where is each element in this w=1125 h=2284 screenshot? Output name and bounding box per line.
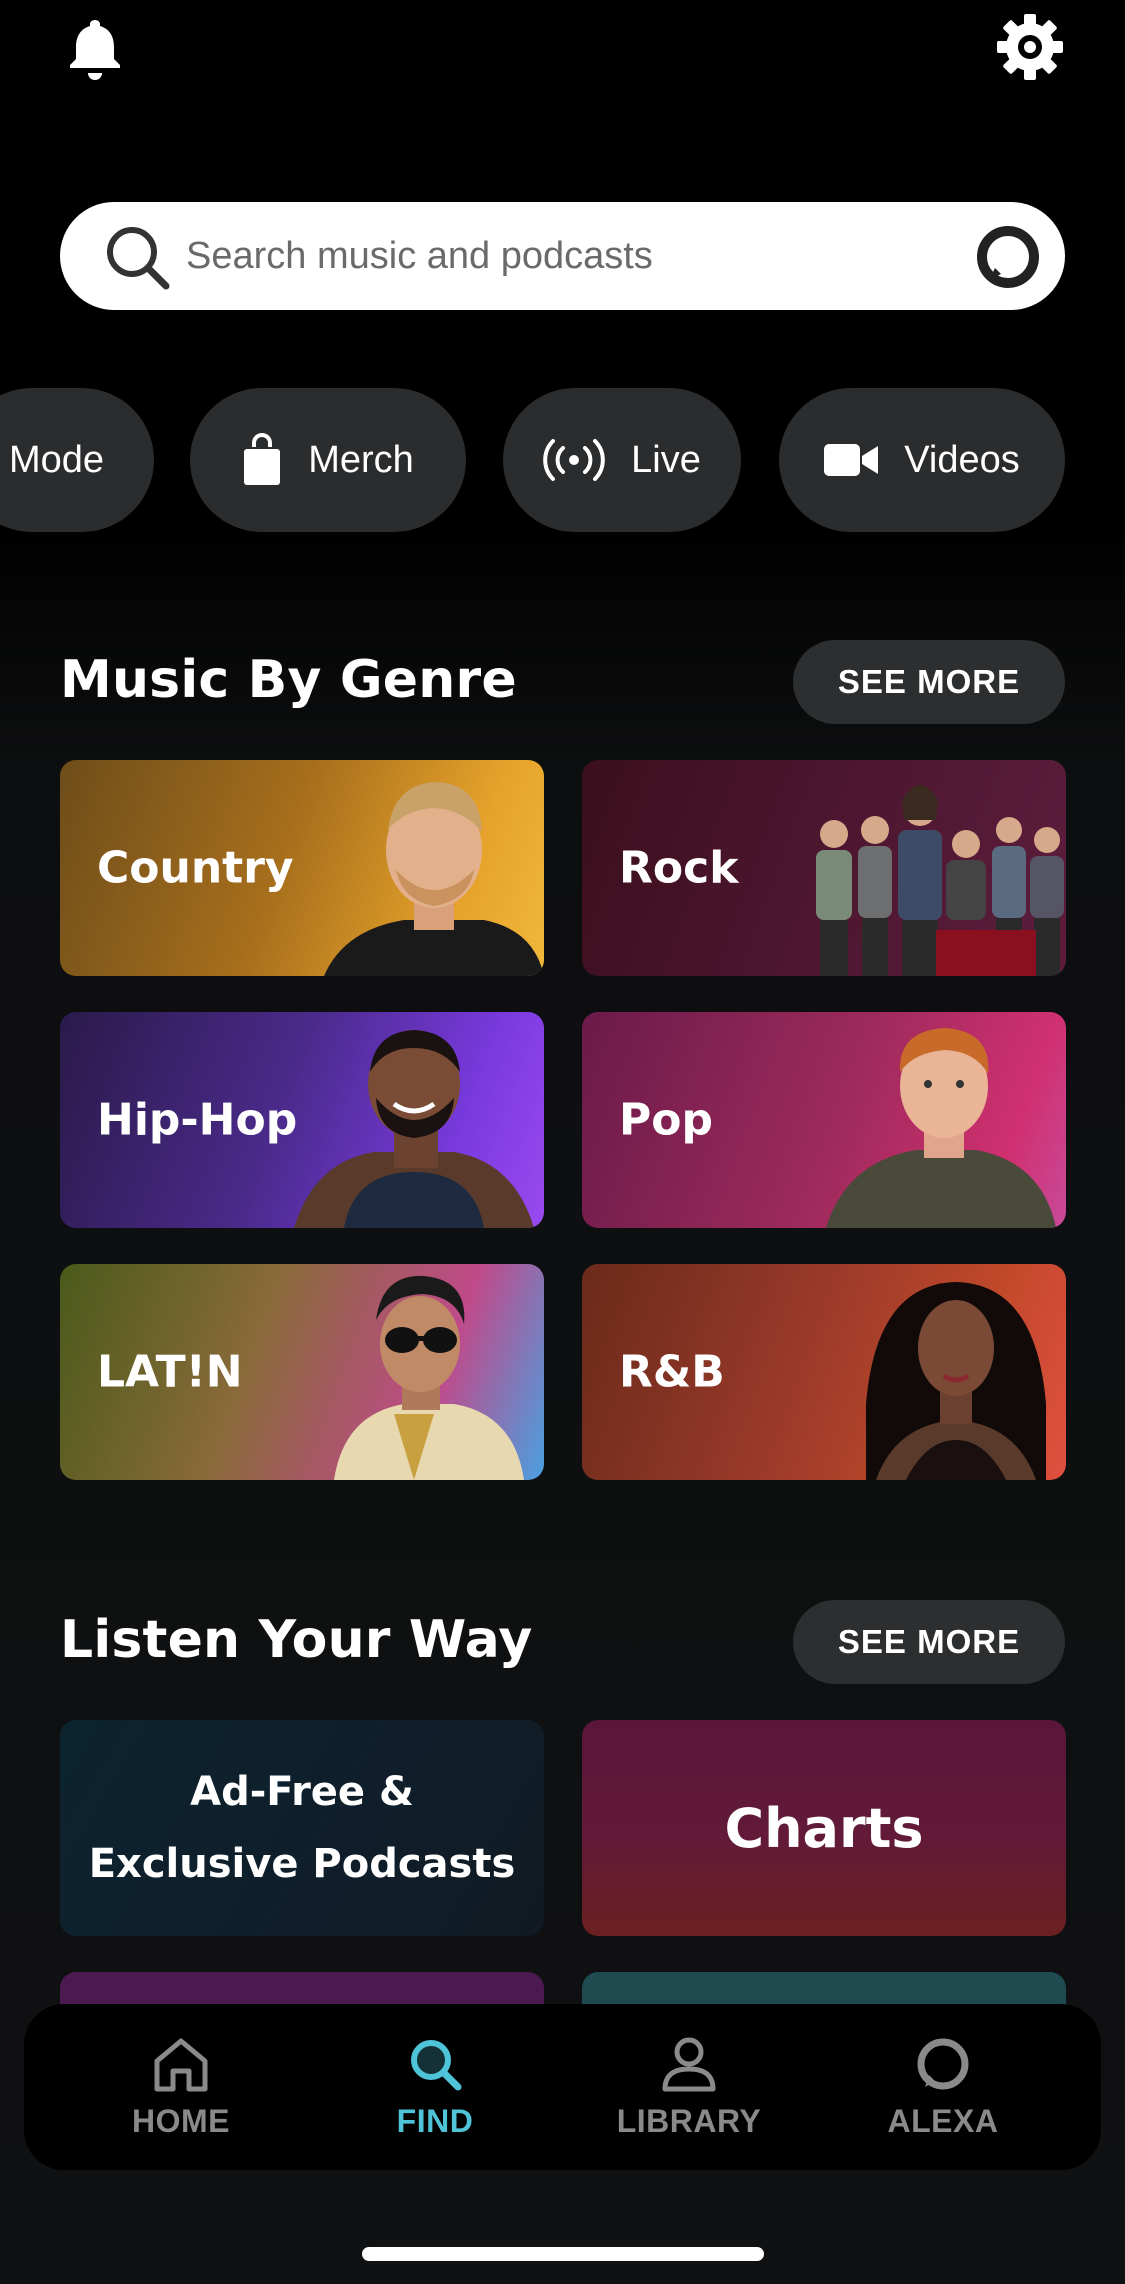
chip-mode-label: Mode [8, 438, 104, 481]
nav-find-label: FIND [396, 2102, 474, 2139]
genre-label-country: Country [97, 842, 294, 894]
search-bar[interactable] [60, 202, 1065, 310]
nav-find[interactable]: FIND [335, 2004, 535, 2170]
artist-photo-country [324, 782, 544, 976]
chip-mode[interactable]: Mode [0, 388, 154, 532]
genre-card-rnb[interactable]: R&B [582, 1264, 1066, 1480]
charts-card-label: Charts [724, 1796, 924, 1860]
artist-photo-hiphop [294, 1030, 534, 1228]
find-screen: Mode Merch Live Videos Music By Genre SE… [0, 0, 1125, 2284]
genre-card-pop[interactable]: Pop [582, 1012, 1066, 1228]
podcasts-card-line1: Ad-Free & [190, 1769, 414, 1815]
chip-merch-label: Merch [308, 438, 414, 481]
genre-label-hiphop: Hip-Hop [97, 1094, 298, 1146]
library-person-icon [662, 2037, 716, 2091]
shopping-bag-icon [244, 433, 281, 485]
chip-live-label: Live [631, 438, 701, 481]
search-icon [107, 227, 170, 290]
genre-label-pop: Pop [619, 1094, 713, 1146]
artist-photo-pop [826, 1028, 1056, 1228]
video-camera-icon [824, 444, 879, 476]
chip-videos-label: Videos [904, 438, 1020, 481]
chip-live[interactable]: Live [503, 388, 741, 532]
nav-home[interactable]: HOME [81, 2004, 281, 2170]
genre-card-rock[interactable]: Rock [582, 760, 1066, 976]
genre-card-latin[interactable]: LAT!N [60, 1264, 544, 1480]
listen-card-charts[interactable]: Charts [582, 1720, 1066, 1936]
genre-see-more-button[interactable]: SEE MORE [793, 640, 1065, 724]
listen-see-more-button[interactable]: SEE MORE [793, 1600, 1065, 1684]
nav-home-label: HOME [132, 2102, 230, 2139]
podcasts-card-line2: Exclusive Podcasts [88, 1841, 516, 1887]
chip-merch[interactable]: Merch [190, 388, 466, 532]
genre-card-hiphop[interactable]: Hip-Hop [60, 1012, 544, 1228]
artist-photo-latin [334, 1275, 524, 1480]
artist-photo-rock [816, 785, 1064, 976]
artist-photo-rnb [866, 1282, 1046, 1480]
section-title-listen: Listen Your Way [60, 1610, 533, 1670]
bottom-navigation: HOME FIND LIBRARY ALEXA [24, 2004, 1101, 2170]
genre-card-country[interactable]: Country [60, 760, 544, 976]
nav-library-label: LIBRARY [616, 2102, 762, 2139]
notifications-bell-icon[interactable] [60, 12, 130, 82]
genre-label-latin: LAT!N [97, 1346, 243, 1398]
home-icon [154, 2038, 208, 2091]
search-input[interactable] [186, 226, 986, 286]
alexa-icon [917, 2038, 969, 2089]
chip-videos[interactable]: Videos [779, 388, 1065, 532]
settings-gear-icon[interactable] [995, 12, 1065, 82]
genre-label-rnb: R&B [619, 1346, 725, 1398]
nav-alexa-label: ALEXA [887, 2102, 999, 2139]
nav-alexa[interactable]: ALEXA [843, 2004, 1043, 2170]
listen-card-podcasts[interactable]: Ad-Free & Exclusive Podcasts [60, 1720, 544, 1936]
nav-library[interactable]: LIBRARY [589, 2004, 789, 2170]
genre-label-rock: Rock [619, 842, 739, 894]
home-indicator[interactable] [362, 2247, 764, 2261]
section-title-genre: Music By Genre [60, 650, 517, 710]
alexa-voice-icon[interactable] [975, 224, 1041, 290]
find-search-icon [411, 2039, 462, 2090]
broadcast-icon [543, 439, 605, 481]
